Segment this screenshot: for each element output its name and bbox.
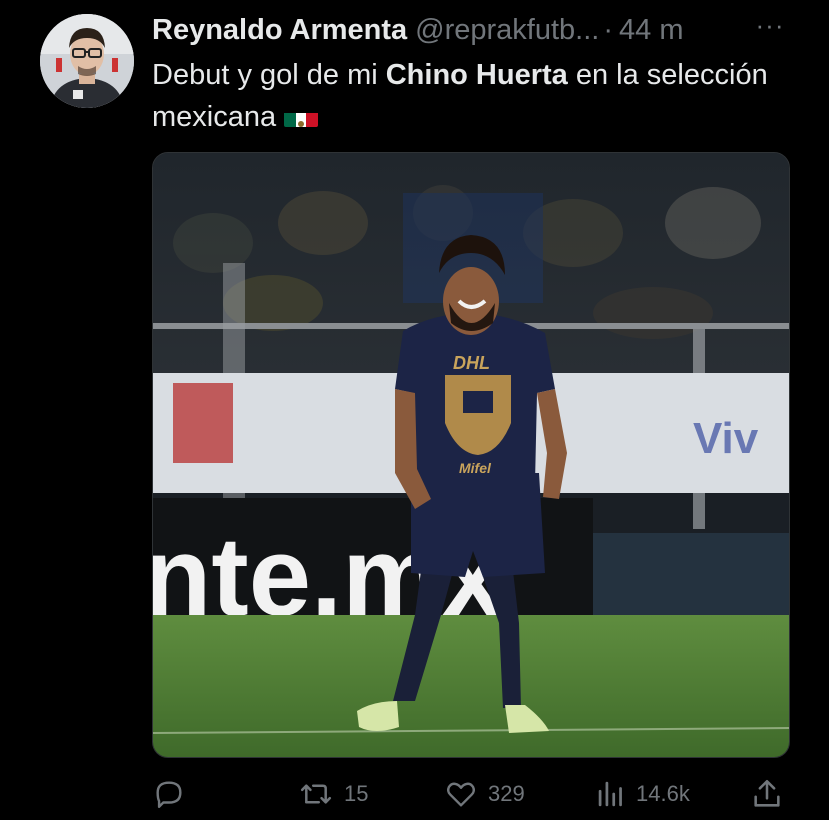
author-handle[interactable]: @reprakfutb... <box>415 10 599 50</box>
heart-icon <box>446 782 476 807</box>
views-icon <box>598 781 622 807</box>
share-button[interactable] <box>750 772 784 816</box>
tweet[interactable]: Reynaldo Armenta @reprakfutb... · 44 m ·… <box>0 0 829 820</box>
shirt-sponsor-2: Mifel <box>459 460 492 476</box>
avatar-image <box>40 14 134 108</box>
tweet-actions: 15 329 14.6k <box>152 772 788 816</box>
photo-image: Viv nte.mx DHL Mifel <box>153 153 789 757</box>
avatar[interactable] <box>40 14 134 108</box>
share-icon <box>754 779 780 807</box>
tweet-text-bold: Chino Huerta <box>385 59 568 91</box>
reply-button[interactable] <box>152 772 196 816</box>
retweet-button[interactable]: 15 <box>298 772 368 816</box>
separator-dot: · <box>603 14 614 46</box>
like-button[interactable]: 329 <box>444 772 525 816</box>
retweet-count: 15 <box>344 781 369 806</box>
timestamp[interactable]: 44 m <box>619 10 683 50</box>
tweet-header: Reynaldo Armenta @reprakfutb... · 44 m <box>152 10 792 50</box>
shirt-sponsor: DHL <box>453 353 490 373</box>
more-options-icon[interactable]: ··· <box>754 12 786 40</box>
tweet-photo[interactable]: Viv nte.mx DHL Mifel <box>152 152 790 758</box>
retweet-icon <box>300 784 332 804</box>
views-count: 14.6k <box>636 781 690 806</box>
mexico-flag-icon <box>284 105 319 127</box>
views-button[interactable]: 14.6k <box>596 772 690 816</box>
tweet-text-part1: Debut y gol de mi <box>152 59 386 91</box>
tweet-text: Debut y gol de mi Chino Huerta en la sel… <box>152 54 772 138</box>
author-name[interactable]: Reynaldo Armenta <box>152 10 407 50</box>
svg-text:Viv: Viv <box>693 414 759 463</box>
like-count: 329 <box>488 781 525 806</box>
reply-icon <box>156 781 182 808</box>
